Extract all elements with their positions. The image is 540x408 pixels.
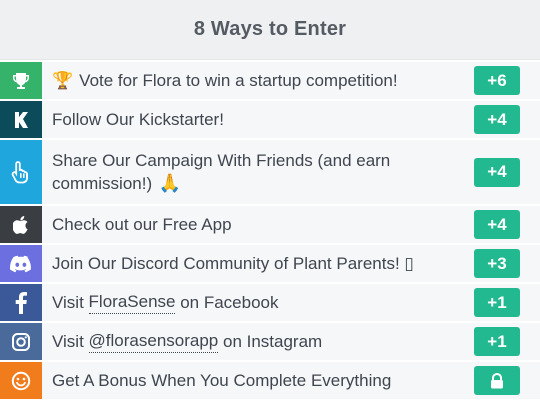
points-badge[interactable]: +1 — [474, 288, 520, 317]
instagram-link[interactable]: @florasensorapp — [88, 330, 219, 353]
badge-wrap: +6 — [474, 62, 540, 99]
entry-text-prefix: Visit — [52, 292, 89, 312]
entry-widget: 8 Ways to Enter 🏆 Vote for Flora to win … — [0, 0, 540, 408]
kickstarter-icon — [0, 101, 42, 138]
entry-join-discord[interactable]: Join Our Discord Community of Plant Pare… — [0, 245, 540, 282]
entry-label: Join Our Discord Community of Plant Pare… — [42, 245, 474, 282]
entry-list: 🏆 Vote for Flora to win a startup compet… — [0, 60, 540, 399]
points-badge[interactable]: +1 — [474, 327, 520, 356]
entry-follow-kickstarter[interactable]: Follow Our Kickstarter! +4 — [0, 101, 540, 138]
entry-label: 🏆 Vote for Flora to win a startup compet… — [42, 62, 474, 99]
entry-label: Get A Bonus When You Complete Everything — [42, 362, 474, 399]
entry-text: Get A Bonus When You Complete Everything — [52, 370, 392, 390]
pray-emoji: 🙏 — [158, 172, 182, 193]
entry-label: Share Our Campaign With Friends (and ear… — [42, 140, 474, 204]
badge-wrap: +4 — [474, 206, 540, 243]
entry-text-prefix: Visit — [52, 331, 89, 351]
entry-label: Visit FloraSense on Facebook — [42, 284, 474, 321]
badge-wrap: +1 — [474, 323, 540, 360]
widget-title: 8 Ways to Enter — [193, 18, 347, 40]
points-badge[interactable]: +3 — [474, 249, 520, 278]
entry-text: Vote for Flora to win a startup competit… — [79, 70, 398, 90]
smile-icon — [0, 362, 42, 399]
entry-label: Check out our Free App — [42, 206, 474, 243]
points-badge[interactable]: +4 — [474, 210, 520, 239]
facebook-link[interactable]: FloraSense — [88, 291, 176, 314]
entry-text: Join Our Discord Community of Plant Pare… — [52, 253, 414, 273]
apple-icon — [0, 206, 42, 243]
facebook-icon — [0, 284, 42, 321]
widget-header: 8 Ways to Enter — [0, 0, 540, 60]
entry-vote-flora[interactable]: 🏆 Vote for Flora to win a startup compet… — [0, 62, 540, 99]
entry-text: Check out our Free App — [52, 214, 232, 234]
hand-pointer-icon — [0, 140, 42, 204]
points-badge[interactable]: +4 — [474, 105, 520, 134]
badge-wrap: +4 — [474, 101, 540, 138]
badge-wrap: +1 — [474, 284, 540, 321]
trophy-icon — [0, 62, 42, 99]
discord-icon — [0, 245, 42, 282]
points-badge[interactable]: +4 — [474, 157, 520, 187]
lock-badge[interactable] — [474, 366, 520, 395]
entry-label: Follow Our Kickstarter! — [42, 101, 474, 138]
entry-visit-facebook[interactable]: Visit FloraSense on Facebook +1 — [0, 284, 540, 321]
entry-label: Visit @florasensorapp on Instagram — [42, 323, 474, 360]
instagram-icon — [0, 323, 42, 360]
points-badge[interactable]: +6 — [474, 66, 520, 95]
badge-wrap: +3 — [474, 245, 540, 282]
badge-wrap — [474, 362, 540, 399]
entry-complete-bonus[interactable]: Get A Bonus When You Complete Everything — [0, 362, 540, 399]
entry-share-campaign[interactable]: Share Our Campaign With Friends (and ear… — [0, 140, 540, 204]
entry-visit-instagram[interactable]: Visit @florasensorapp on Instagram +1 — [0, 323, 540, 360]
entry-text-suffix: on Facebook — [175, 292, 279, 312]
trophy-emoji: 🏆 — [52, 70, 74, 90]
entry-text-suffix: on Instagram — [218, 331, 323, 351]
badge-wrap: +4 — [474, 140, 540, 204]
entry-text-main: Share Our Campaign With Friends (and ear… — [52, 150, 391, 193]
entry-text: Follow Our Kickstarter! — [52, 109, 224, 129]
entry-text: Share Our Campaign With Friends (and ear… — [52, 150, 464, 195]
entry-free-app[interactable]: Check out our Free App +4 — [0, 206, 540, 243]
lock-icon — [491, 372, 503, 388]
